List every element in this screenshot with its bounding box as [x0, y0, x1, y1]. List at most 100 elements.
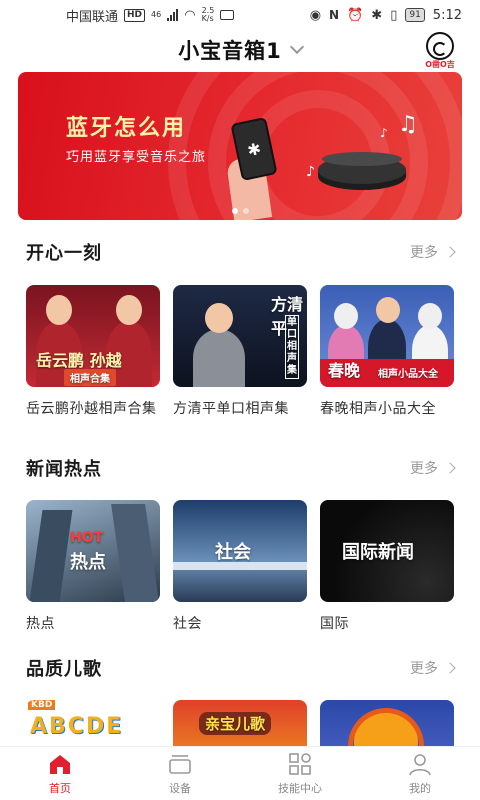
cast-icon: [220, 10, 235, 20]
bluetooth-icon: ✱: [371, 7, 383, 23]
content-card[interactable]: 岳云鹏 孙越 相声合集 岳云鹏孙越相声合集: [26, 285, 160, 418]
banner-title: 蓝牙怎么用: [66, 116, 187, 141]
performer-head: [205, 303, 233, 333]
card-thumbnail: 社会: [173, 500, 307, 602]
performer-head: [334, 303, 358, 329]
chevron-right-icon: [444, 246, 456, 258]
chevron-right-icon: [444, 662, 456, 674]
card-label: 方清平单口相声集: [173, 401, 289, 417]
content-card[interactable]: [320, 700, 454, 746]
more-label: 更多: [410, 661, 438, 677]
promo-banner[interactable]: 蓝牙怎么用 巧用蓝牙享受音乐之旅 ✱ ♫ ♪ ♪: [18, 72, 462, 220]
card-thumbnail: 方清平 单口相声集: [173, 285, 307, 387]
nav-label: 设备: [169, 781, 191, 795]
content-card[interactable]: 方清平 单口相声集 方清平单口相声集: [173, 285, 307, 418]
card-label: 春晚相声小品大全: [320, 401, 436, 417]
thumb-tag: HOT: [70, 530, 104, 546]
brand-logo-icon: [426, 32, 454, 60]
card-thumbnail: KBD ABCDE: [26, 700, 160, 746]
profile-icon: [407, 752, 433, 776]
section-header-news: 新闻热点 更多: [26, 454, 456, 482]
nav-tab-device[interactable]: 设备: [120, 752, 240, 796]
skills-icon: [287, 752, 313, 776]
performer-head: [418, 303, 442, 329]
nav-label: 我的: [409, 781, 431, 795]
section-title: 开心一刻: [26, 243, 102, 264]
vibrate-icon: ▯: [390, 7, 398, 23]
thumb-title: 热点: [70, 552, 106, 573]
card-label: 国际: [320, 616, 349, 632]
carrier-label: 中国联通: [66, 9, 119, 25]
thumb-tag: KBD: [28, 700, 56, 710]
performer-head: [116, 295, 142, 325]
section-header-happy: 开心一刻 更多: [26, 238, 456, 266]
clock: 5:12: [432, 7, 462, 23]
section-title: 新闻热点: [26, 459, 102, 480]
thumb-title: 社会: [215, 542, 251, 563]
thumb-tag: 相声小品大全: [378, 369, 438, 380]
brand-logo[interactable]: O凿O吉: [420, 32, 460, 70]
banner-pagination: [18, 208, 462, 214]
chevron-right-icon: [444, 462, 456, 474]
wifi-icon: ◠: [184, 7, 196, 23]
music-note-icon: ♪: [380, 126, 388, 140]
device-name: 小宝音箱1: [178, 39, 282, 63]
performer-figure: [193, 329, 245, 387]
content-card[interactable]: HOT 热点 热点: [26, 500, 160, 633]
headphones-illustration: [348, 708, 424, 746]
eye-icon: ◉: [309, 7, 322, 23]
thumb-tag: 相声合集: [64, 369, 116, 386]
card-thumbnail: 国际新闻: [320, 500, 454, 602]
home-icon: [47, 752, 73, 776]
bottom-navigation: 首页 设备 技能中心 我的: [0, 746, 480, 800]
brand-logo-text: O凿O吉: [425, 60, 455, 69]
net-speed: 2.5 K/s: [202, 7, 215, 23]
more-link[interactable]: 更多: [410, 242, 456, 262]
nav-tab-skills[interactable]: 技能中心: [240, 752, 360, 796]
chevron-down-icon: [289, 39, 304, 55]
nav-tab-profile[interactable]: 我的: [360, 752, 480, 796]
performer-head: [376, 297, 400, 323]
card-label: 岳云鹏孙越相声合集: [26, 401, 157, 417]
content-card[interactable]: 亲宝儿歌: [173, 700, 307, 746]
more-label: 更多: [410, 245, 438, 261]
speaker-top-illustration: [322, 152, 402, 166]
content-card[interactable]: 春晚 相声小品大全 春晚相声小品大全: [320, 285, 454, 418]
content-card[interactable]: 社会 社会: [173, 500, 307, 633]
music-note-icon: ♪: [306, 164, 315, 180]
more-link[interactable]: 更多: [410, 458, 456, 478]
signal-icon: [167, 9, 179, 21]
nav-tab-home[interactable]: 首页: [0, 752, 120, 796]
more-label: 更多: [410, 461, 438, 477]
pagination-dot[interactable]: [242, 208, 249, 214]
app-header: 小宝音箱1 O凿O吉: [0, 30, 480, 70]
nfc-icon: N: [329, 8, 340, 22]
battery-indicator: 91: [405, 8, 425, 22]
status-bar: 中国联通 HD 46 ◠ 2.5 K/s ◉ N ⏰ ✱ ▯ 91 5:12: [0, 0, 480, 30]
alarm-icon: ⏰: [347, 7, 364, 23]
hd-badge: HD: [124, 8, 146, 22]
content-card[interactable]: KBD ABCDE: [26, 700, 160, 746]
card-label: 社会: [173, 616, 202, 632]
card-row-happy: 岳云鹏 孙越 相声合集 岳云鹏孙越相声合集 方清平 单口相声集 方清平单口相声集…: [26, 285, 454, 418]
card-thumbnail: 岳云鹏 孙越 相声合集: [26, 285, 160, 387]
card-thumbnail: 亲宝儿歌: [173, 700, 307, 746]
building-illustration: [111, 504, 159, 602]
card-thumbnail: HOT 热点: [26, 500, 160, 602]
pagination-dot-active[interactable]: [231, 208, 238, 214]
thumb-title: 亲宝儿歌: [199, 712, 272, 735]
section-title: 品质儿歌: [26, 659, 102, 680]
building-illustration: [29, 510, 73, 602]
device-selector[interactable]: 小宝音箱1: [178, 35, 304, 65]
card-thumbnail: 春晚 相声小品大全: [320, 285, 454, 387]
thumb-tag: 单口相声集: [285, 315, 299, 379]
music-note-icon: ♫: [398, 112, 418, 137]
net-type-label: 46: [151, 10, 162, 19]
more-link[interactable]: 更多: [410, 658, 456, 678]
net-speed-unit: K/s: [201, 14, 214, 23]
nav-label: 技能中心: [278, 781, 322, 795]
card-row-kids: KBD ABCDE 亲宝儿歌: [26, 700, 454, 746]
nav-label: 首页: [49, 781, 71, 795]
performer-head: [46, 295, 72, 325]
content-card[interactable]: 国际新闻 国际: [320, 500, 454, 633]
